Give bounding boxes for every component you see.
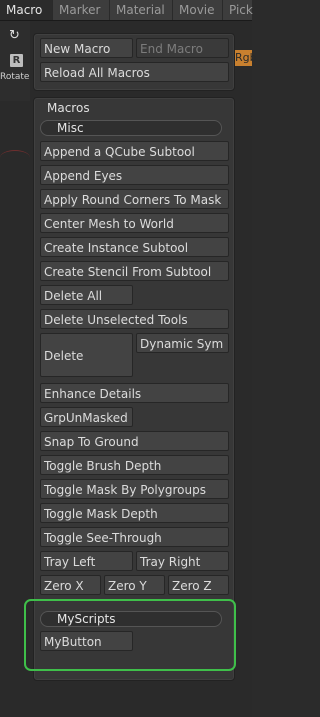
zero-z-button[interactable]: Zero Z [168,575,229,595]
tab-material[interactable]: Material [110,0,173,20]
misc-header[interactable]: Misc [40,120,222,136]
r-icon[interactable]: R [10,54,23,67]
rotate-label: Rotate [0,72,30,82]
refresh-icon[interactable]: ↻ [9,29,23,43]
reload-all-macros-button[interactable]: Reload All Macros [40,62,229,82]
delete-all-button[interactable]: Delete All [40,285,133,305]
tab-bar: Macro Marker Material Movie Pick [0,0,253,21]
toggle-mask-by-polygroups-button[interactable]: Toggle Mask By Polygroups [40,479,229,499]
dynamic-sym-button[interactable]: Dynamic Sym [136,333,229,353]
canvas-curve [0,150,30,165]
tab-pick[interactable]: Pick [223,0,253,20]
grpunmasked-button[interactable]: GrpUnMasked [40,407,133,427]
rgb-chip[interactable]: Rgb [233,50,257,66]
create-instance-subtool-button[interactable]: Create Instance Subtool [40,237,229,257]
zero-x-button[interactable]: Zero X [40,575,101,595]
new-macro-button[interactable]: New Macro [40,38,133,58]
macros-title: Macros [47,101,90,115]
toggle-brush-depth-button[interactable]: Toggle Brush Depth [40,455,229,475]
myscripts-highlight [24,599,236,671]
apply-round-corners-button[interactable]: Apply Round Corners To Mask [40,189,229,209]
end-macro-button[interactable]: End Macro [136,38,229,58]
tray-left-button[interactable]: Tray Left [40,551,133,571]
append-eyes-button[interactable]: Append Eyes [40,165,229,185]
snap-to-ground-button[interactable]: Snap To Ground [40,431,229,451]
tab-macro[interactable]: Macro [0,0,53,20]
zero-y-button[interactable]: Zero Y [104,575,165,595]
toggle-see-through-button[interactable]: Toggle See-Through [40,527,229,547]
tab-marker[interactable]: Marker [53,0,110,20]
enhance-details-button[interactable]: Enhance Details [40,383,229,403]
delete-button[interactable]: Delete [40,333,133,377]
delete-unselected-tools-button[interactable]: Delete Unselected Tools [40,309,229,329]
toggle-mask-depth-button[interactable]: Toggle Mask Depth [40,503,229,523]
center-mesh-button[interactable]: Center Mesh to World [40,213,229,233]
tab-movie[interactable]: Movie [173,0,223,20]
create-stencil-button[interactable]: Create Stencil From Subtool [40,261,229,281]
tray-right-button[interactable]: Tray Right [136,551,229,571]
append-qcube-button[interactable]: Append a QCube Subtool [40,141,229,161]
